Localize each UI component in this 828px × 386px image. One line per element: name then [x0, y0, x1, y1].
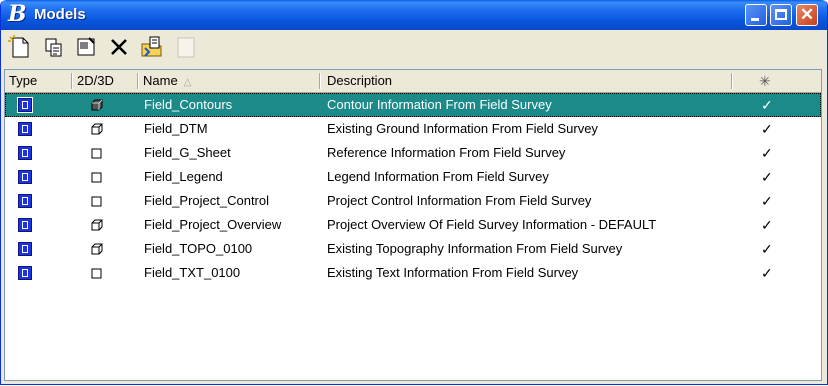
check-icon: ✓	[761, 145, 773, 161]
column-header-dimension[interactable]: 2D/3D	[73, 70, 139, 92]
model-name: Field_Project_Control	[144, 193, 270, 208]
check-icon: ✓	[761, 193, 773, 209]
minimize-button[interactable]	[745, 4, 767, 26]
model-name: Field_TXT_0100	[144, 265, 241, 280]
2d-model-icon	[90, 266, 104, 280]
toolbar	[1, 30, 827, 66]
model-description: Reference Information From Field Survey	[327, 145, 566, 160]
list-header: Type 2D/3D Name △ Description ✳	[5, 70, 821, 93]
new-model-button[interactable]	[7, 34, 33, 60]
model-description: Existing Ground Information From Field S…	[327, 121, 598, 136]
title-bar[interactable]: B Models ✕	[1, 0, 827, 30]
model-description: Project Overview Of Field Survey Informa…	[327, 217, 657, 232]
model-description: Existing Text Information From Field Sur…	[327, 265, 579, 280]
check-icon: ✓	[761, 241, 773, 257]
table-row[interactable]: Field_DTM Existing Ground Information Fro…	[5, 117, 821, 141]
maximize-button[interactable]	[770, 4, 792, 26]
copy-icon	[45, 38, 62, 57]
model-type-icon	[18, 266, 32, 280]
3d-model-icon	[90, 122, 104, 136]
active-column-icon: ✳	[759, 73, 771, 89]
column-divider[interactable]	[731, 73, 732, 89]
column-label: Description	[327, 73, 393, 88]
model-type-icon	[18, 170, 32, 184]
check-icon: ✓	[761, 217, 773, 233]
model-description: Project Control Information From Field S…	[327, 193, 592, 208]
column-header-type[interactable]: Type	[5, 70, 71, 92]
microstation-logo-icon: B	[8, 1, 27, 27]
check-icon: ✓	[761, 169, 773, 185]
blank-document-icon	[177, 37, 195, 58]
models-list[interactable]: Type 2D/3D Name △ Description ✳ Field_Con…	[4, 69, 822, 381]
models-window: B Models ✕ Type 2D/3D Name △ Description…	[0, 0, 828, 385]
3d-model-icon	[90, 98, 104, 112]
sort-ascending-icon: △	[183, 77, 192, 88]
column-header-description[interactable]: Description	[323, 70, 723, 92]
window-title: Models	[34, 6, 86, 23]
close-icon: ✕	[799, 5, 815, 24]
column-label: 2D/3D	[77, 73, 114, 88]
column-divider[interactable]	[71, 73, 72, 89]
column-header-name[interactable]: Name △	[139, 70, 319, 92]
3d-model-icon	[90, 218, 104, 232]
new-document-icon	[8, 35, 29, 58]
delete-button[interactable]	[106, 34, 132, 60]
minimize-icon	[751, 18, 759, 21]
model-name: Field_TOPO_0100	[144, 241, 253, 256]
table-row[interactable]: Field_Legend Legend Information From Fiel…	[5, 165, 821, 189]
model-type-icon	[17, 97, 33, 113]
model-name: Field_Contours	[144, 97, 233, 112]
2d-model-icon	[90, 146, 104, 160]
import-folder-icon	[141, 36, 162, 57]
model-name: Field_Legend	[144, 169, 223, 184]
model-description: Existing Topography Information From Fie…	[327, 241, 623, 256]
model-description: Legend Information From Field Survey	[327, 169, 549, 184]
check-icon: ✓	[761, 265, 773, 281]
table-row[interactable]: Field_G_Sheet Reference Information From …	[5, 141, 821, 165]
column-label: Type	[9, 73, 38, 88]
table-row[interactable]: Field_Project_Overview Project Overview O…	[5, 213, 821, 237]
column-divider[interactable]	[137, 73, 138, 89]
model-type-icon	[18, 122, 32, 136]
model-type-icon	[18, 146, 32, 160]
model-type-icon	[18, 242, 32, 256]
properties-button[interactable]	[73, 34, 99, 60]
table-row[interactable]: Field_Contours Contour Information From F…	[5, 93, 821, 117]
properties-icon	[77, 37, 95, 56]
check-icon: ✓	[761, 121, 773, 137]
table-row[interactable]: Field_TOPO_0100 Existing Topography Infor…	[5, 237, 821, 261]
table-row[interactable]: Field_Project_Control Project Control Inf…	[5, 189, 821, 213]
column-divider[interactable]	[319, 73, 320, 89]
model-name: Field_G_Sheet	[144, 145, 231, 160]
column-label: Name	[143, 73, 178, 88]
model-name: Field_Project_Overview	[144, 217, 282, 232]
import-button[interactable]	[139, 34, 165, 60]
2d-model-icon	[90, 194, 104, 208]
copy-model-button[interactable]	[41, 34, 67, 60]
model-type-icon	[18, 218, 32, 232]
3d-model-icon	[90, 242, 104, 256]
2d-model-icon	[90, 170, 104, 184]
maximize-icon	[775, 9, 787, 20]
model-type-icon	[18, 194, 32, 208]
table-row[interactable]: Field_TXT_0100 Existing Text Information …	[5, 261, 821, 285]
model-description: Contour Information From Field Survey	[327, 97, 552, 112]
close-button[interactable]: ✕	[796, 4, 818, 26]
model-name: Field_DTM	[144, 121, 208, 136]
disabled-action-button[interactable]	[173, 34, 199, 60]
check-icon: ✓	[761, 97, 773, 113]
column-header-active[interactable]: ✳	[755, 70, 795, 92]
delete-x-icon	[111, 39, 127, 55]
